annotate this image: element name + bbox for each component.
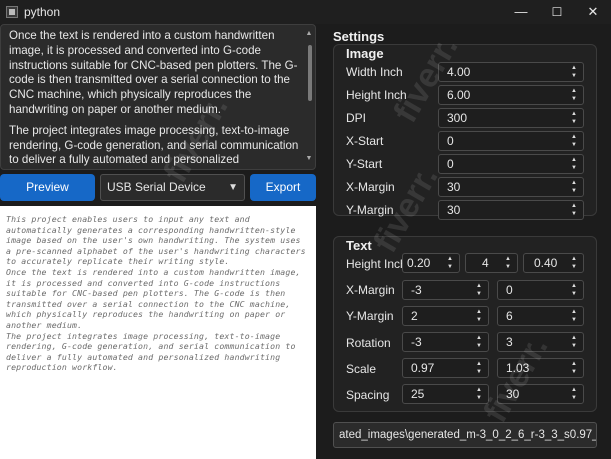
text-height-steps-value: 4 [482, 256, 489, 270]
output-path-field[interactable]: ated_images\generated_m-3_0_2_6_r-3_3_s0… [333, 422, 597, 448]
text-height-min-input[interactable]: 0.20 ▲ ▼ [402, 253, 460, 273]
spin-arrows-icon[interactable]: ▲ ▼ [473, 334, 485, 350]
text-height-min-value: 0.20 [407, 256, 431, 270]
image-x-start-input[interactable]: 0 ▲ ▼ [438, 131, 584, 151]
text-spacing-max-value: 30 [506, 387, 520, 401]
image-y-start-value: 0 [447, 157, 454, 171]
spin-arrows-icon[interactable]: ▲ ▼ [568, 360, 580, 376]
text-group-title: Text [346, 238, 372, 253]
title-bar: python — ☐ ✕ [0, 0, 611, 24]
spin-arrows-icon[interactable]: ▲ ▼ [444, 255, 456, 271]
image-dpi-input[interactable]: 300 ▲ ▼ [438, 108, 584, 128]
image-group-title: Image [346, 46, 384, 61]
maximize-icon[interactable]: ☐ [539, 0, 575, 24]
text-y-margin-min-input[interactable]: 2 ▲ ▼ [402, 306, 489, 326]
minimize-icon[interactable]: — [503, 0, 539, 24]
image-width-input[interactable]: 4.00 ▲ ▼ [438, 62, 584, 82]
close-icon[interactable]: ✕ [575, 0, 611, 24]
spin-arrows-icon[interactable]: ▲ ▼ [473, 386, 485, 402]
description-paragraph-1: Once the text is rendered into a custom … [9, 29, 298, 116]
spin-arrows-icon[interactable]: ▲ ▼ [568, 255, 580, 271]
text-scale-label: Scale [346, 362, 377, 376]
text-scale-max-value: 1.03 [506, 361, 530, 375]
settings-title: Settings [333, 29, 385, 44]
text-height-max-value: 0.40 [534, 256, 558, 270]
text-scale-min-value: 0.97 [411, 361, 435, 375]
text-spacing-min-input[interactable]: 25 ▲ ▼ [402, 384, 489, 404]
image-y-margin-input[interactable]: 30 ▲ ▼ [438, 200, 584, 220]
text-height-label: Height Inch [346, 257, 407, 271]
spin-arrows-icon[interactable]: ▲ ▼ [568, 282, 580, 298]
spin-arrows-icon[interactable]: ▲ ▼ [568, 133, 580, 149]
text-rotation-label: Rotation [346, 336, 391, 350]
description-textarea[interactable]: Once the text is rendered into a custom … [0, 24, 316, 170]
text-y-margin-label: Y-Margin [346, 309, 394, 323]
image-x-margin-input[interactable]: 30 ▲ ▼ [438, 177, 584, 197]
description-paragraph-2: The project integrates image processing,… [9, 123, 299, 169]
spin-arrows-icon[interactable]: ▲ ▼ [568, 110, 580, 126]
image-height-value: 6.00 [447, 88, 471, 102]
text-rotation-min-input[interactable]: -3 ▲ ▼ [402, 332, 489, 352]
window-title: python [24, 5, 61, 19]
spin-arrows-icon[interactable]: ▲ ▼ [568, 334, 580, 350]
image-y-start-input[interactable]: 0 ▲ ▼ [438, 154, 584, 174]
image-width-label: Width Inch [346, 65, 403, 79]
image-width-value: 4.00 [447, 65, 471, 79]
scroll-down-icon[interactable]: ▼ [305, 152, 313, 167]
image-height-label: Height Inch [346, 88, 407, 102]
image-x-margin-value: 30 [447, 180, 461, 194]
image-x-start-value: 0 [447, 134, 454, 148]
image-y-margin-value: 30 [447, 203, 461, 217]
spin-arrows-icon[interactable]: ▲ ▼ [473, 308, 485, 324]
spin-arrows-icon[interactable]: ▲ ▼ [568, 386, 580, 402]
image-height-input[interactable]: 6.00 ▲ ▼ [438, 85, 584, 105]
text-rotation-min-value: -3 [411, 335, 422, 349]
image-x-margin-label: X-Margin [346, 180, 395, 194]
image-x-start-label: X-Start [346, 134, 384, 148]
spin-arrows-icon[interactable]: ▲ ▼ [473, 360, 485, 376]
handwriting-text: This project enables users to input any … [6, 214, 306, 373]
vertical-scrollbar-thumb[interactable] [308, 45, 312, 101]
text-x-margin-max-input[interactable]: 0 ▲ ▼ [497, 280, 584, 300]
spin-arrows-icon[interactable]: ▲ ▼ [568, 179, 580, 195]
spin-arrows-icon[interactable]: ▲ ▼ [568, 202, 580, 218]
text-scale-max-input[interactable]: 1.03 ▲ ▼ [497, 358, 584, 378]
text-spacing-min-value: 25 [411, 387, 425, 401]
text-x-margin-min-input[interactable]: -3 ▲ ▼ [402, 280, 489, 300]
export-button[interactable]: Export [250, 174, 316, 201]
text-y-margin-max-input[interactable]: 6 ▲ ▼ [497, 306, 584, 326]
image-y-margin-label: Y-Margin [346, 203, 394, 217]
text-y-margin-min-value: 2 [411, 309, 418, 323]
text-scale-min-input[interactable]: 0.97 ▲ ▼ [402, 358, 489, 378]
spin-arrows-icon[interactable]: ▲ ▼ [568, 156, 580, 172]
text-x-margin-max-value: 0 [506, 283, 513, 297]
spin-arrows-icon[interactable]: ▲ ▼ [502, 255, 514, 271]
spin-arrows-icon[interactable]: ▲ ▼ [568, 64, 580, 80]
spin-arrows-icon[interactable]: ▲ ▼ [473, 282, 485, 298]
app-icon [6, 6, 18, 18]
text-rotation-max-input[interactable]: 3 ▲ ▼ [497, 332, 584, 352]
preview-button[interactable]: Preview [0, 174, 95, 201]
image-dpi-value: 300 [447, 111, 468, 125]
text-x-margin-label: X-Margin [346, 283, 395, 297]
scroll-up-icon[interactable]: ▲ [305, 27, 313, 42]
text-x-margin-min-value: -3 [411, 283, 422, 297]
image-dpi-label: DPI [346, 111, 367, 125]
text-spacing-label: Spacing [346, 388, 390, 402]
spin-arrows-icon[interactable]: ▲ ▼ [568, 308, 580, 324]
handwriting-preview: This project enables users to input any … [0, 206, 316, 459]
text-y-margin-max-value: 6 [506, 309, 513, 323]
spin-arrows-icon[interactable]: ▲ ▼ [568, 87, 580, 103]
chevron-down-icon: ▼ [228, 182, 238, 193]
serial-port-select[interactable]: USB Serial Device (COM4) ▼ [100, 174, 245, 219]
text-spacing-max-input[interactable]: 30 ▲ ▼ [497, 384, 584, 404]
text-height-max-input[interactable]: 0.40 ▲ ▼ [523, 253, 584, 273]
text-rotation-max-value: 3 [506, 335, 513, 349]
image-y-start-label: Y-Start [346, 157, 383, 171]
text-height-steps-input[interactable]: 4 ▲ ▼ [465, 253, 518, 273]
